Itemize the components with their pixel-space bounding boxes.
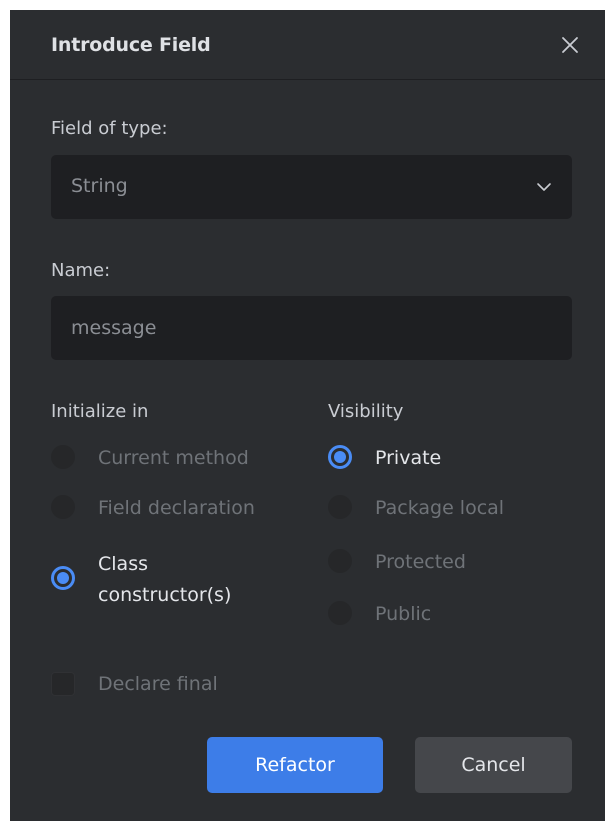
radio-label-field-declaration: Field declaration — [98, 497, 255, 519]
initialize-in-label: Initialize in — [51, 401, 149, 422]
dialog-titlebar: Introduce Field — [10, 10, 605, 80]
radio-label-public: Public — [375, 603, 432, 625]
close-button[interactable] — [555, 30, 585, 60]
radio-class-constructors[interactable]: Class constructor(s) — [51, 549, 231, 611]
visibility-label: Visibility — [328, 401, 404, 422]
radio-private[interactable]: Private — [328, 445, 441, 471]
radio-current-method[interactable]: Current method — [51, 445, 249, 471]
field-type-value: String — [71, 175, 128, 197]
radio-label-private: Private — [375, 447, 442, 469]
name-label: Name: — [51, 260, 111, 281]
introduce-field-dialog: Introduce Field Field of type: String Na… — [10, 10, 605, 821]
name-input[interactable] — [51, 296, 572, 360]
close-icon — [562, 37, 578, 53]
radio-label-protected: Protected — [375, 551, 466, 573]
radio-package-local[interactable]: Package local — [328, 495, 504, 521]
chevron-down-icon — [537, 183, 551, 191]
radio-public[interactable]: Public — [328, 601, 431, 627]
radio-field-declaration[interactable]: Field declaration — [51, 495, 255, 521]
radio-indicator-checked — [51, 566, 75, 590]
cancel-button[interactable]: Cancel — [415, 737, 572, 793]
radio-label-line2: constructor(s) — [98, 584, 232, 606]
radio-indicator — [51, 445, 75, 469]
radio-indicator — [51, 495, 75, 519]
radio-label-line1: Class — [98, 553, 148, 575]
dialog-title: Introduce Field — [51, 34, 211, 56]
radio-indicator — [328, 601, 352, 625]
refactor-button[interactable]: Refactor — [207, 737, 383, 793]
radio-indicator-checked — [328, 445, 352, 469]
radio-label-package-local: Package local — [375, 497, 505, 519]
field-type-select[interactable]: String — [51, 155, 572, 219]
radio-label-current-method: Current method — [98, 447, 249, 469]
radio-label-class-constructors: Class constructor(s) — [98, 549, 231, 611]
radio-protected[interactable]: Protected — [328, 549, 466, 575]
checkbox-indicator — [51, 672, 75, 696]
radio-indicator — [328, 495, 352, 519]
declare-final-label: Declare final — [98, 673, 218, 695]
field-type-label: Field of type: — [51, 118, 168, 139]
declare-final-checkbox[interactable]: Declare final — [51, 672, 218, 696]
radio-indicator — [328, 549, 352, 573]
